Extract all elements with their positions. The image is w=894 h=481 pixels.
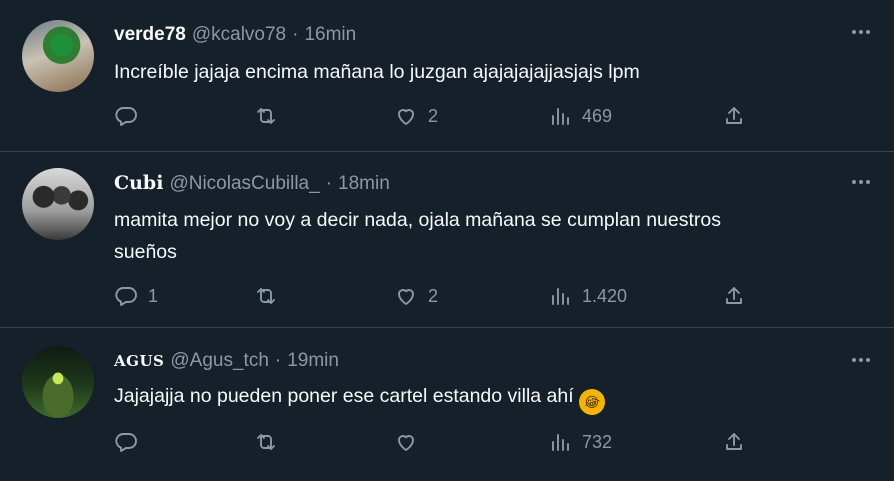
view-count: 1.420 bbox=[582, 285, 628, 306]
views-icon bbox=[552, 434, 569, 451]
retweet-icon bbox=[257, 434, 275, 450]
display-name[interactable]: Cubi bbox=[114, 172, 163, 194]
retweet-icon bbox=[257, 288, 275, 304]
heart-icon bbox=[398, 289, 414, 305]
separator-dot: · bbox=[274, 350, 282, 371]
tweet-text-line: sueños bbox=[114, 241, 177, 263]
reply-icon bbox=[115, 107, 137, 126]
tweet-text: Jajajajja no pueden poner ese cartel est… bbox=[114, 380, 854, 419]
user-handle[interactable]: @kcalvo78 bbox=[192, 24, 286, 46]
views-button[interactable]: 732 bbox=[548, 430, 612, 454]
view-count: 732 bbox=[582, 431, 613, 452]
display-name[interactable]: verde78 bbox=[114, 24, 186, 46]
share-button[interactable] bbox=[722, 430, 746, 454]
tweet-header: verde78 @kcalvo78 · 16min bbox=[114, 24, 356, 46]
tweet[interactable]: AGUS @Agus_tch · 19min Jajajajja no pued… bbox=[0, 328, 894, 481]
like-count: 2 bbox=[428, 285, 439, 306]
reply-count: 1 bbox=[148, 285, 159, 306]
like-button[interactable]: 2 bbox=[394, 284, 438, 308]
avatar[interactable] bbox=[22, 168, 94, 240]
more-icon[interactable] bbox=[852, 358, 870, 362]
reply-feed: verde78 @kcalvo78 · 16min Increíble jaja… bbox=[0, 0, 894, 481]
action-bar: 732 bbox=[114, 430, 754, 458]
timestamp[interactable]: 19min bbox=[287, 350, 339, 372]
views-button[interactable]: 469 bbox=[548, 104, 612, 128]
retweet-button[interactable] bbox=[254, 104, 288, 128]
reply-button[interactable] bbox=[114, 104, 148, 128]
tweet-header: AGUS @Agus_tch · 19min bbox=[114, 350, 339, 372]
tweet[interactable]: verde78 @kcalvo78 · 16min Increíble jaja… bbox=[0, 0, 894, 152]
display-name[interactable]: AGUS bbox=[114, 352, 164, 370]
view-count: 469 bbox=[582, 105, 613, 126]
share-icon bbox=[726, 287, 742, 304]
retweet-button[interactable] bbox=[254, 284, 288, 308]
more-icon[interactable] bbox=[852, 180, 870, 184]
tweet-header: Cubi @NicolasCubilla_ · 18min bbox=[114, 172, 390, 195]
user-handle[interactable]: @NicolasCubilla_ bbox=[169, 173, 319, 195]
like-button[interactable] bbox=[394, 430, 428, 454]
heart-icon bbox=[398, 109, 414, 125]
views-icon bbox=[552, 288, 569, 305]
action-bar: 2 469 bbox=[114, 104, 754, 132]
views-icon bbox=[552, 108, 569, 125]
action-bar: 1 2 1.420 bbox=[114, 284, 754, 312]
retweet-button[interactable] bbox=[254, 430, 288, 454]
user-handle[interactable]: @Agus_tch bbox=[170, 350, 269, 372]
timestamp[interactable]: 18min bbox=[338, 173, 390, 195]
separator-dot: · bbox=[325, 173, 333, 194]
share-icon bbox=[726, 433, 742, 450]
tweet-text: Increíble jajaja encima mañana lo juzgan… bbox=[114, 61, 640, 83]
tweet-text: mamita mejor no voy a decir nada, ojala … bbox=[114, 204, 854, 268]
share-button[interactable] bbox=[722, 284, 746, 308]
tweet[interactable]: Cubi @NicolasCubilla_ · 18min mamita mej… bbox=[0, 152, 894, 328]
avatar[interactable] bbox=[22, 20, 94, 92]
separator-dot: · bbox=[292, 24, 299, 45]
share-button[interactable] bbox=[722, 104, 746, 128]
reply-button[interactable] bbox=[114, 430, 148, 454]
timestamp[interactable]: 16min bbox=[304, 24, 356, 46]
like-count: 2 bbox=[428, 105, 439, 126]
reply-button[interactable]: 1 bbox=[114, 284, 158, 308]
more-icon[interactable] bbox=[852, 30, 870, 34]
tweet-text-body: Jajajajja no pueden poner ese cartel est… bbox=[114, 385, 574, 407]
avatar[interactable] bbox=[22, 346, 94, 418]
like-button[interactable]: 2 bbox=[394, 104, 438, 128]
share-icon bbox=[726, 107, 742, 124]
laughing-emoji-icon: 😂 bbox=[575, 385, 609, 419]
retweet-icon bbox=[257, 108, 275, 124]
reply-icon bbox=[115, 287, 137, 306]
heart-icon bbox=[398, 435, 414, 451]
reply-icon bbox=[115, 433, 137, 452]
tweet-text-line: mamita mejor no voy a decir nada, ojala … bbox=[114, 209, 721, 231]
views-button[interactable]: 1.420 bbox=[548, 284, 627, 308]
